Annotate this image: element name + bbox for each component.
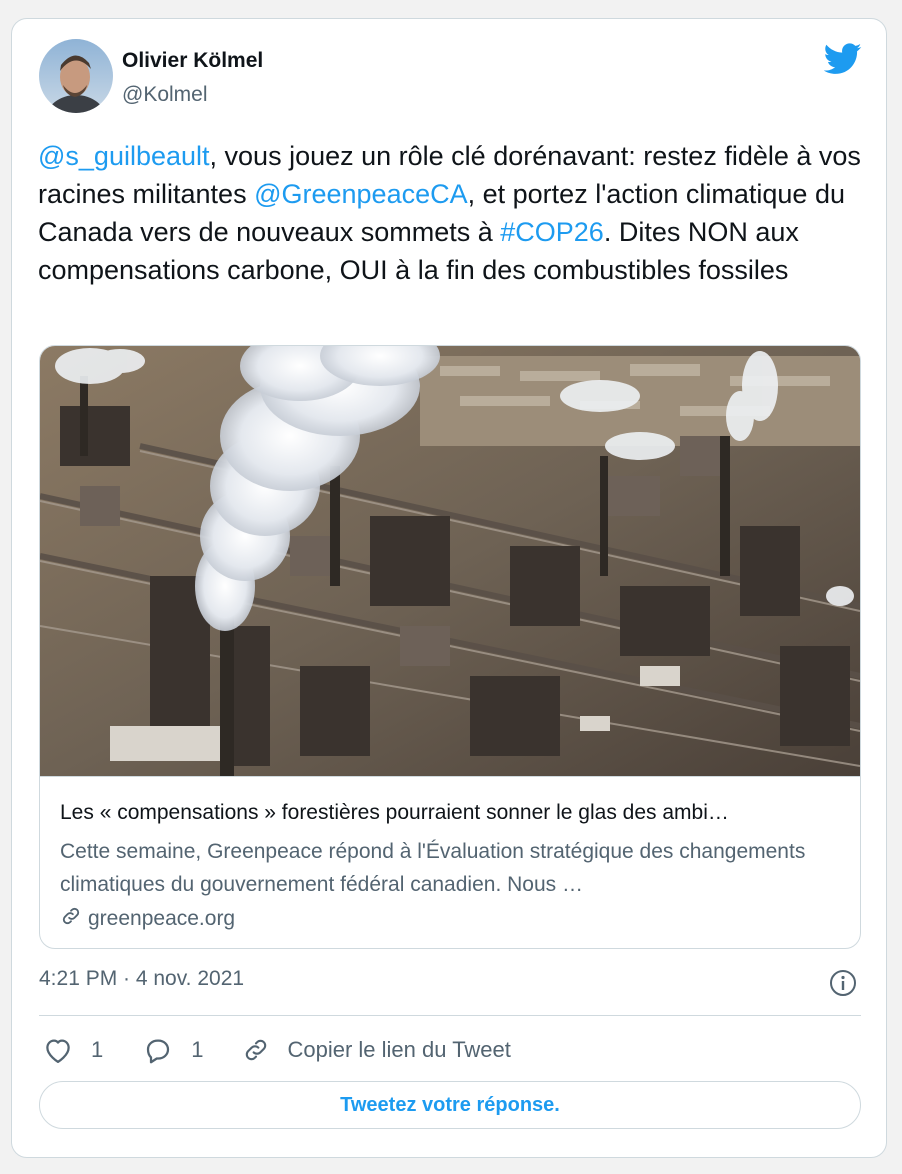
divider — [39, 1015, 861, 1016]
tweet-your-reply-button[interactable]: Tweetez votre réponse. — [39, 1081, 861, 1129]
link-card-domain: greenpeace.org — [60, 905, 235, 933]
like-button[interactable]: 1 — [43, 1036, 103, 1064]
reply-button[interactable]: 1 — [143, 1036, 204, 1064]
twitter-bird-icon[interactable] — [823, 43, 862, 75]
author-avatar[interactable] — [39, 39, 113, 113]
avatar-image — [39, 39, 113, 113]
like-count: 1 — [91, 1037, 104, 1062]
tweet-your-reply-label: Tweetez votre réponse. — [340, 1093, 560, 1116]
tweet-card: Olivier Kölmel @Kolmel @s_guilbeault, vo… — [11, 18, 887, 1158]
author-name[interactable]: Olivier Kölmel — [122, 49, 263, 73]
reply-bubble-icon — [143, 1036, 173, 1064]
heart-icon — [43, 1036, 73, 1064]
link-card-title: Les « compensations » forestières pourra… — [60, 801, 729, 824]
link-card-info: Les « compensations » forestières pourra… — [40, 776, 860, 948]
copy-link-label: Copier le lien du Tweet — [287, 1037, 511, 1062]
hashtag-cop26[interactable]: #COP26 — [500, 217, 604, 247]
mention-s-guilbeault[interactable]: @s_guilbeault — [38, 141, 210, 171]
author-handle[interactable]: @Kolmel — [122, 83, 208, 107]
mention-greenpeaceca[interactable]: @GreenpeaceCA — [254, 179, 468, 209]
tweet-actions: 1 1 Copier le lien du Tweet — [39, 1033, 511, 1067]
link-icon — [242, 1036, 270, 1064]
reply-count: 1 — [191, 1037, 204, 1062]
link-card-domain-text: greenpeace.org — [88, 907, 236, 930]
copy-link-button[interactable]: Copier le lien du Tweet — [242, 1036, 511, 1064]
refinery-image — [40, 346, 860, 776]
link-icon — [60, 905, 82, 933]
info-icon[interactable] — [829, 969, 857, 997]
tweet-timestamp[interactable]: 4:21 PM · 4 nov. 2021 — [39, 967, 244, 991]
link-card-description: Cette semaine, Greenpeace répond à l'Éva… — [60, 840, 806, 896]
link-preview-card[interactable]: Les « compensations » forestières pourra… — [39, 345, 861, 949]
tweet-text: @s_guilbeault, vous jouez un rôle clé do… — [38, 137, 864, 289]
